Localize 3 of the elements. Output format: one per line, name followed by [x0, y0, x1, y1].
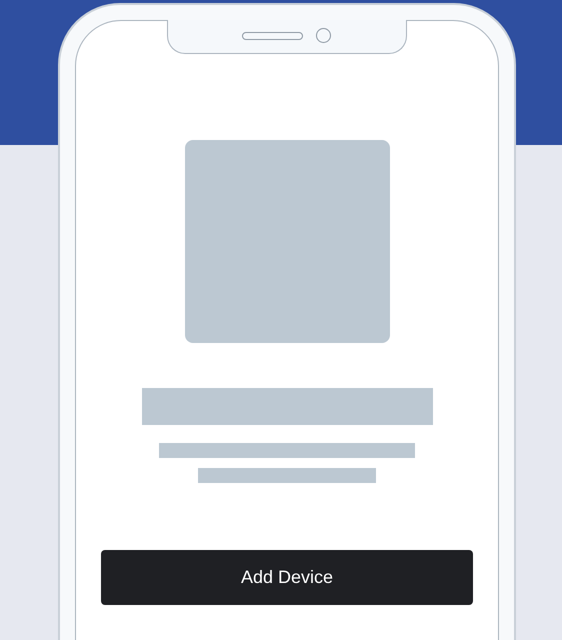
camera-icon — [316, 28, 331, 42]
add-device-button[interactable]: Add Device — [101, 550, 473, 605]
speaker-icon — [242, 32, 303, 40]
